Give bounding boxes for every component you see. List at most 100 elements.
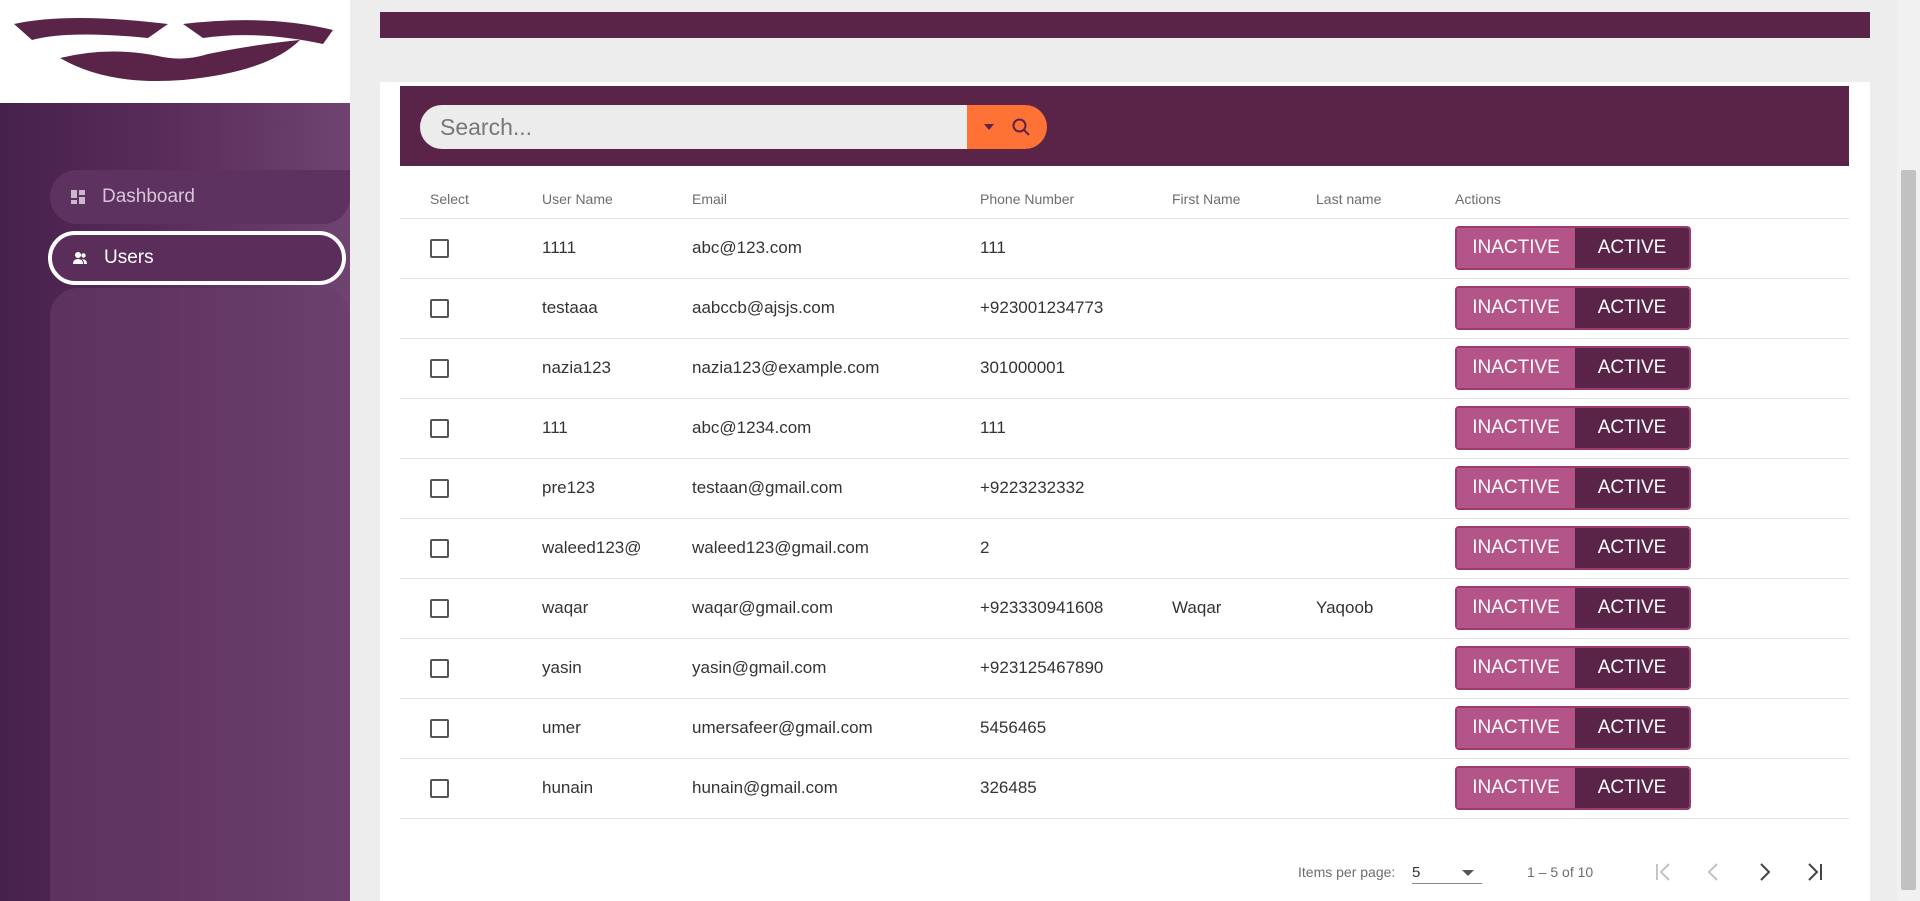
- cell-username: waqar: [542, 598, 589, 617]
- inactive-button[interactable]: INACTIVE: [1457, 648, 1575, 688]
- first-page-button[interactable]: [1648, 856, 1680, 888]
- status-toggle: INACTIVE ACTIVE: [1455, 766, 1691, 810]
- status-toggle: INACTIVE ACTIVE: [1455, 706, 1691, 750]
- active-button[interactable]: ACTIVE: [1575, 588, 1689, 628]
- active-button[interactable]: ACTIVE: [1575, 768, 1689, 808]
- page-size-select[interactable]: 5: [1412, 860, 1482, 884]
- cell-last-name: Yaqoob: [1316, 598, 1374, 617]
- inactive-button[interactable]: INACTIVE: [1457, 288, 1575, 328]
- search-button[interactable]: [967, 105, 1047, 149]
- cell-phone: 111: [980, 418, 1006, 437]
- page-range: 1 – 5 of 10: [1527, 864, 1594, 880]
- active-button[interactable]: ACTIVE: [1575, 468, 1689, 508]
- table-row: waqar waqar@gmail.com +923330941608 Waqar Ya…: [400, 578, 1849, 638]
- active-button[interactable]: ACTIVE: [1575, 348, 1689, 388]
- active-button[interactable]: ACTIVE: [1575, 528, 1689, 568]
- cell-email: yasin@gmail.com: [692, 658, 827, 677]
- active-button[interactable]: ACTIVE: [1575, 708, 1689, 748]
- cell-first-name: [1172, 458, 1316, 518]
- cell-first-name: [1172, 338, 1316, 398]
- table-row: nazia123 nazia123@example.com 301000001 INA…: [400, 338, 1849, 398]
- table-row: hunain hunain@gmail.com 326485 INACTIVE ACTI…: [400, 758, 1849, 818]
- cell-phone: 111: [980, 238, 1006, 257]
- previous-page-button[interactable]: [1698, 856, 1730, 888]
- header-email[interactable]: Email: [692, 182, 980, 218]
- logo-area: [0, 0, 350, 103]
- header-first-name[interactable]: First Name: [1172, 182, 1316, 218]
- active-button[interactable]: ACTIVE: [1575, 228, 1689, 268]
- row-checkbox[interactable]: [430, 419, 449, 438]
- row-checkbox[interactable]: [430, 719, 449, 738]
- cell-phone: 5456465: [980, 718, 1047, 737]
- row-checkbox[interactable]: [430, 239, 449, 258]
- cell-phone: +923330941608: [980, 598, 1104, 617]
- status-toggle: INACTIVE ACTIVE: [1455, 466, 1691, 510]
- paginator: Items per page: 5 1 – 5 of 10: [380, 852, 1870, 892]
- inactive-button[interactable]: INACTIVE: [1457, 528, 1575, 568]
- active-button[interactable]: ACTIVE: [1575, 408, 1689, 448]
- header-select[interactable]: Select: [400, 182, 542, 218]
- cell-username: waleed123@: [542, 538, 642, 557]
- cell-email: abc@1234.com: [692, 418, 812, 437]
- dropdown-caret-icon: [1462, 870, 1474, 876]
- row-checkbox[interactable]: [430, 539, 449, 558]
- cell-last-name: [1316, 338, 1455, 398]
- cell-username: 1111: [542, 238, 577, 257]
- cell-username: hunain: [542, 778, 594, 797]
- search-icon: [1012, 118, 1030, 136]
- table-row: testaaa aabccb@ajsjs.com +923001234773 INAC…: [400, 278, 1849, 338]
- cell-last-name: [1316, 458, 1455, 518]
- cell-last-name: [1316, 698, 1455, 758]
- last-page-button[interactable]: [1798, 856, 1830, 888]
- cell-username: yasin: [542, 658, 582, 677]
- row-checkbox[interactable]: [430, 779, 449, 798]
- header-username[interactable]: User Name: [542, 182, 692, 218]
- inactive-button[interactable]: INACTIVE: [1457, 708, 1575, 748]
- cell-username: pre123: [542, 478, 595, 497]
- inactive-button[interactable]: INACTIVE: [1457, 588, 1575, 628]
- scrollbar-thumb[interactable]: [1901, 170, 1916, 890]
- top-header-bar: [380, 12, 1870, 38]
- inactive-button[interactable]: INACTIVE: [1457, 348, 1575, 388]
- row-checkbox[interactable]: [430, 299, 449, 318]
- inactive-button[interactable]: INACTIVE: [1457, 228, 1575, 268]
- cell-username: umer: [542, 718, 581, 737]
- row-checkbox[interactable]: [430, 599, 449, 618]
- logo-icon: [14, 18, 333, 82]
- cell-phone: +923001234773: [980, 298, 1104, 317]
- search-input[interactable]: [420, 105, 990, 149]
- table-row: 111 abc@1234.com 111 INACTIVE ACTIVE: [400, 398, 1849, 458]
- search-bar: [400, 86, 1849, 166]
- sidebar-item-users[interactable]: Users: [48, 231, 346, 285]
- header-phone[interactable]: Phone Number: [980, 182, 1172, 218]
- row-checkbox[interactable]: [430, 359, 449, 378]
- inactive-button[interactable]: INACTIVE: [1457, 408, 1575, 448]
- cell-first-name: [1172, 518, 1316, 578]
- inactive-button[interactable]: INACTIVE: [1457, 768, 1575, 808]
- header-last-name[interactable]: Last name: [1316, 182, 1455, 218]
- cell-last-name: [1316, 638, 1455, 698]
- inactive-button[interactable]: INACTIVE: [1457, 468, 1575, 508]
- status-toggle: INACTIVE ACTIVE: [1455, 346, 1691, 390]
- cell-email: waqar@gmail.com: [692, 598, 834, 617]
- active-button[interactable]: ACTIVE: [1575, 648, 1689, 688]
- cell-first-name: [1172, 398, 1316, 458]
- cell-email: testaan@gmail.com: [692, 478, 843, 497]
- cell-email: nazia123@example.com: [692, 358, 880, 377]
- row-checkbox[interactable]: [430, 479, 449, 498]
- next-page-button[interactable]: [1748, 856, 1780, 888]
- active-button[interactable]: ACTIVE: [1575, 288, 1689, 328]
- row-checkbox[interactable]: [430, 659, 449, 678]
- sidebar-panel: [50, 288, 350, 901]
- scrollbar[interactable]: [1897, 0, 1920, 901]
- cell-last-name: [1316, 278, 1455, 338]
- cell-email: hunain@gmail.com: [692, 778, 838, 797]
- status-toggle: INACTIVE ACTIVE: [1455, 406, 1691, 450]
- status-toggle: INACTIVE ACTIVE: [1455, 286, 1691, 330]
- cell-first-name: [1172, 698, 1316, 758]
- table-row: waleed123@ waleed123@gmail.com 2 INACTIVE AC…: [400, 518, 1849, 578]
- cell-last-name: [1316, 518, 1455, 578]
- header-actions: Actions: [1455, 191, 1501, 207]
- sidebar-item-dashboard[interactable]: Dashboard: [50, 170, 350, 224]
- sidebar: Dashboard Users: [0, 0, 350, 901]
